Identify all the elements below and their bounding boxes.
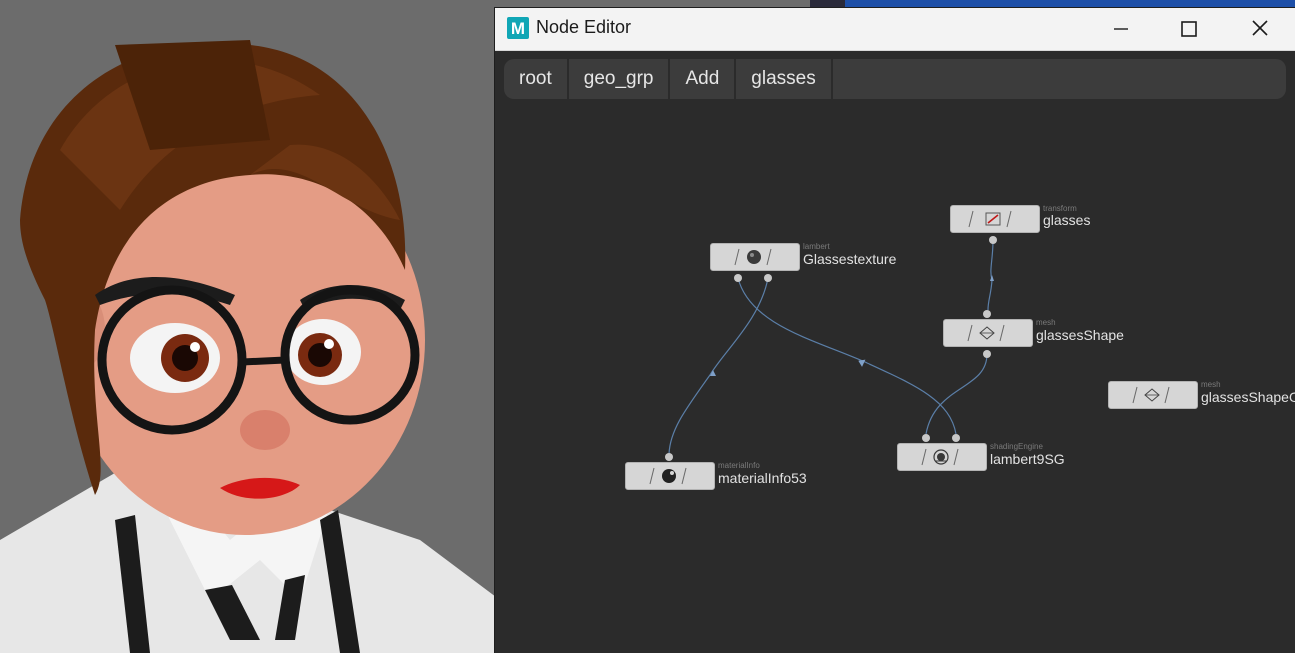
node-graph-canvas[interactable]: transform glasses lambert Glassestexture — [495, 100, 1295, 653]
transform-icon — [968, 210, 1012, 228]
input-port[interactable] — [952, 434, 960, 442]
breadcrumb-item-geo-grp[interactable]: geo_grp — [569, 59, 671, 99]
breadcrumb-item-add[interactable]: Add — [670, 59, 737, 99]
node-name-label: lambert9SG — [990, 451, 1065, 467]
window-title: Node Editor — [536, 17, 632, 37]
input-port[interactable] — [665, 453, 673, 461]
close-button[interactable] — [1238, 14, 1282, 44]
input-port[interactable] — [922, 434, 930, 442]
material-info-icon — [649, 467, 687, 485]
node-glasses-body[interactable] — [950, 205, 1040, 233]
node-name-label: glassesShapeO — [1201, 389, 1295, 405]
output-port[interactable] — [764, 274, 772, 282]
node-type-label: lambert — [803, 242, 830, 251]
node-type-label: materialInfo — [718, 461, 760, 470]
minimize-button[interactable] — [1099, 14, 1143, 44]
output-port[interactable] — [983, 350, 991, 358]
close-icon — [1252, 20, 1268, 36]
node-name-label: glassesShape — [1036, 327, 1124, 343]
node-glassesshapeorig-body[interactable] — [1108, 381, 1198, 409]
output-port[interactable] — [734, 274, 742, 282]
connection-glassestexture-to-lambert9sg — [737, 277, 957, 435]
node-type-label: shadingEngine — [990, 442, 1043, 451]
minimize-icon — [1114, 28, 1128, 30]
sphere-icon — [734, 248, 772, 266]
connections-layer — [668, 239, 994, 455]
shading-engine-icon — [921, 448, 959, 466]
breadcrumb-item-root[interactable]: root — [504, 59, 569, 99]
maximize-button[interactable] — [1167, 14, 1211, 44]
maya-logo-icon: M — [507, 17, 529, 39]
node-editor-window[interactable]: M Node Editor root geo_grp Add glasses t… — [495, 8, 1295, 653]
node-name-label: glasses — [1043, 212, 1091, 228]
connection-arrow — [990, 275, 994, 281]
breadcrumb: root geo_grp Add glasses — [504, 59, 1286, 99]
connection-glassesshape-to-lambert9sg — [925, 353, 988, 435]
node-glassestexture-body[interactable] — [710, 243, 800, 271]
window-titlebar[interactable]: M Node Editor — [495, 8, 1295, 51]
mesh-icon — [967, 324, 1005, 342]
mesh-icon — [1132, 386, 1170, 404]
node-glassesshape-body[interactable] — [943, 319, 1033, 347]
input-port[interactable] — [983, 310, 991, 318]
logo-letter: M — [511, 19, 525, 38]
breadcrumb-item-glasses[interactable]: glasses — [736, 59, 833, 99]
output-port[interactable] — [989, 236, 997, 244]
node-type-label: mesh — [1036, 318, 1056, 327]
connection-glasses-to-glassesshape — [987, 239, 994, 311]
node-type-label: mesh — [1201, 380, 1221, 389]
node-materialinfo53-body[interactable] — [625, 462, 715, 490]
node-name-label: materialInfo53 — [718, 470, 807, 486]
node-name-label: Glassestexture — [803, 251, 897, 267]
maximize-icon — [1181, 21, 1197, 37]
node-lambert9sg-body[interactable] — [897, 443, 987, 471]
